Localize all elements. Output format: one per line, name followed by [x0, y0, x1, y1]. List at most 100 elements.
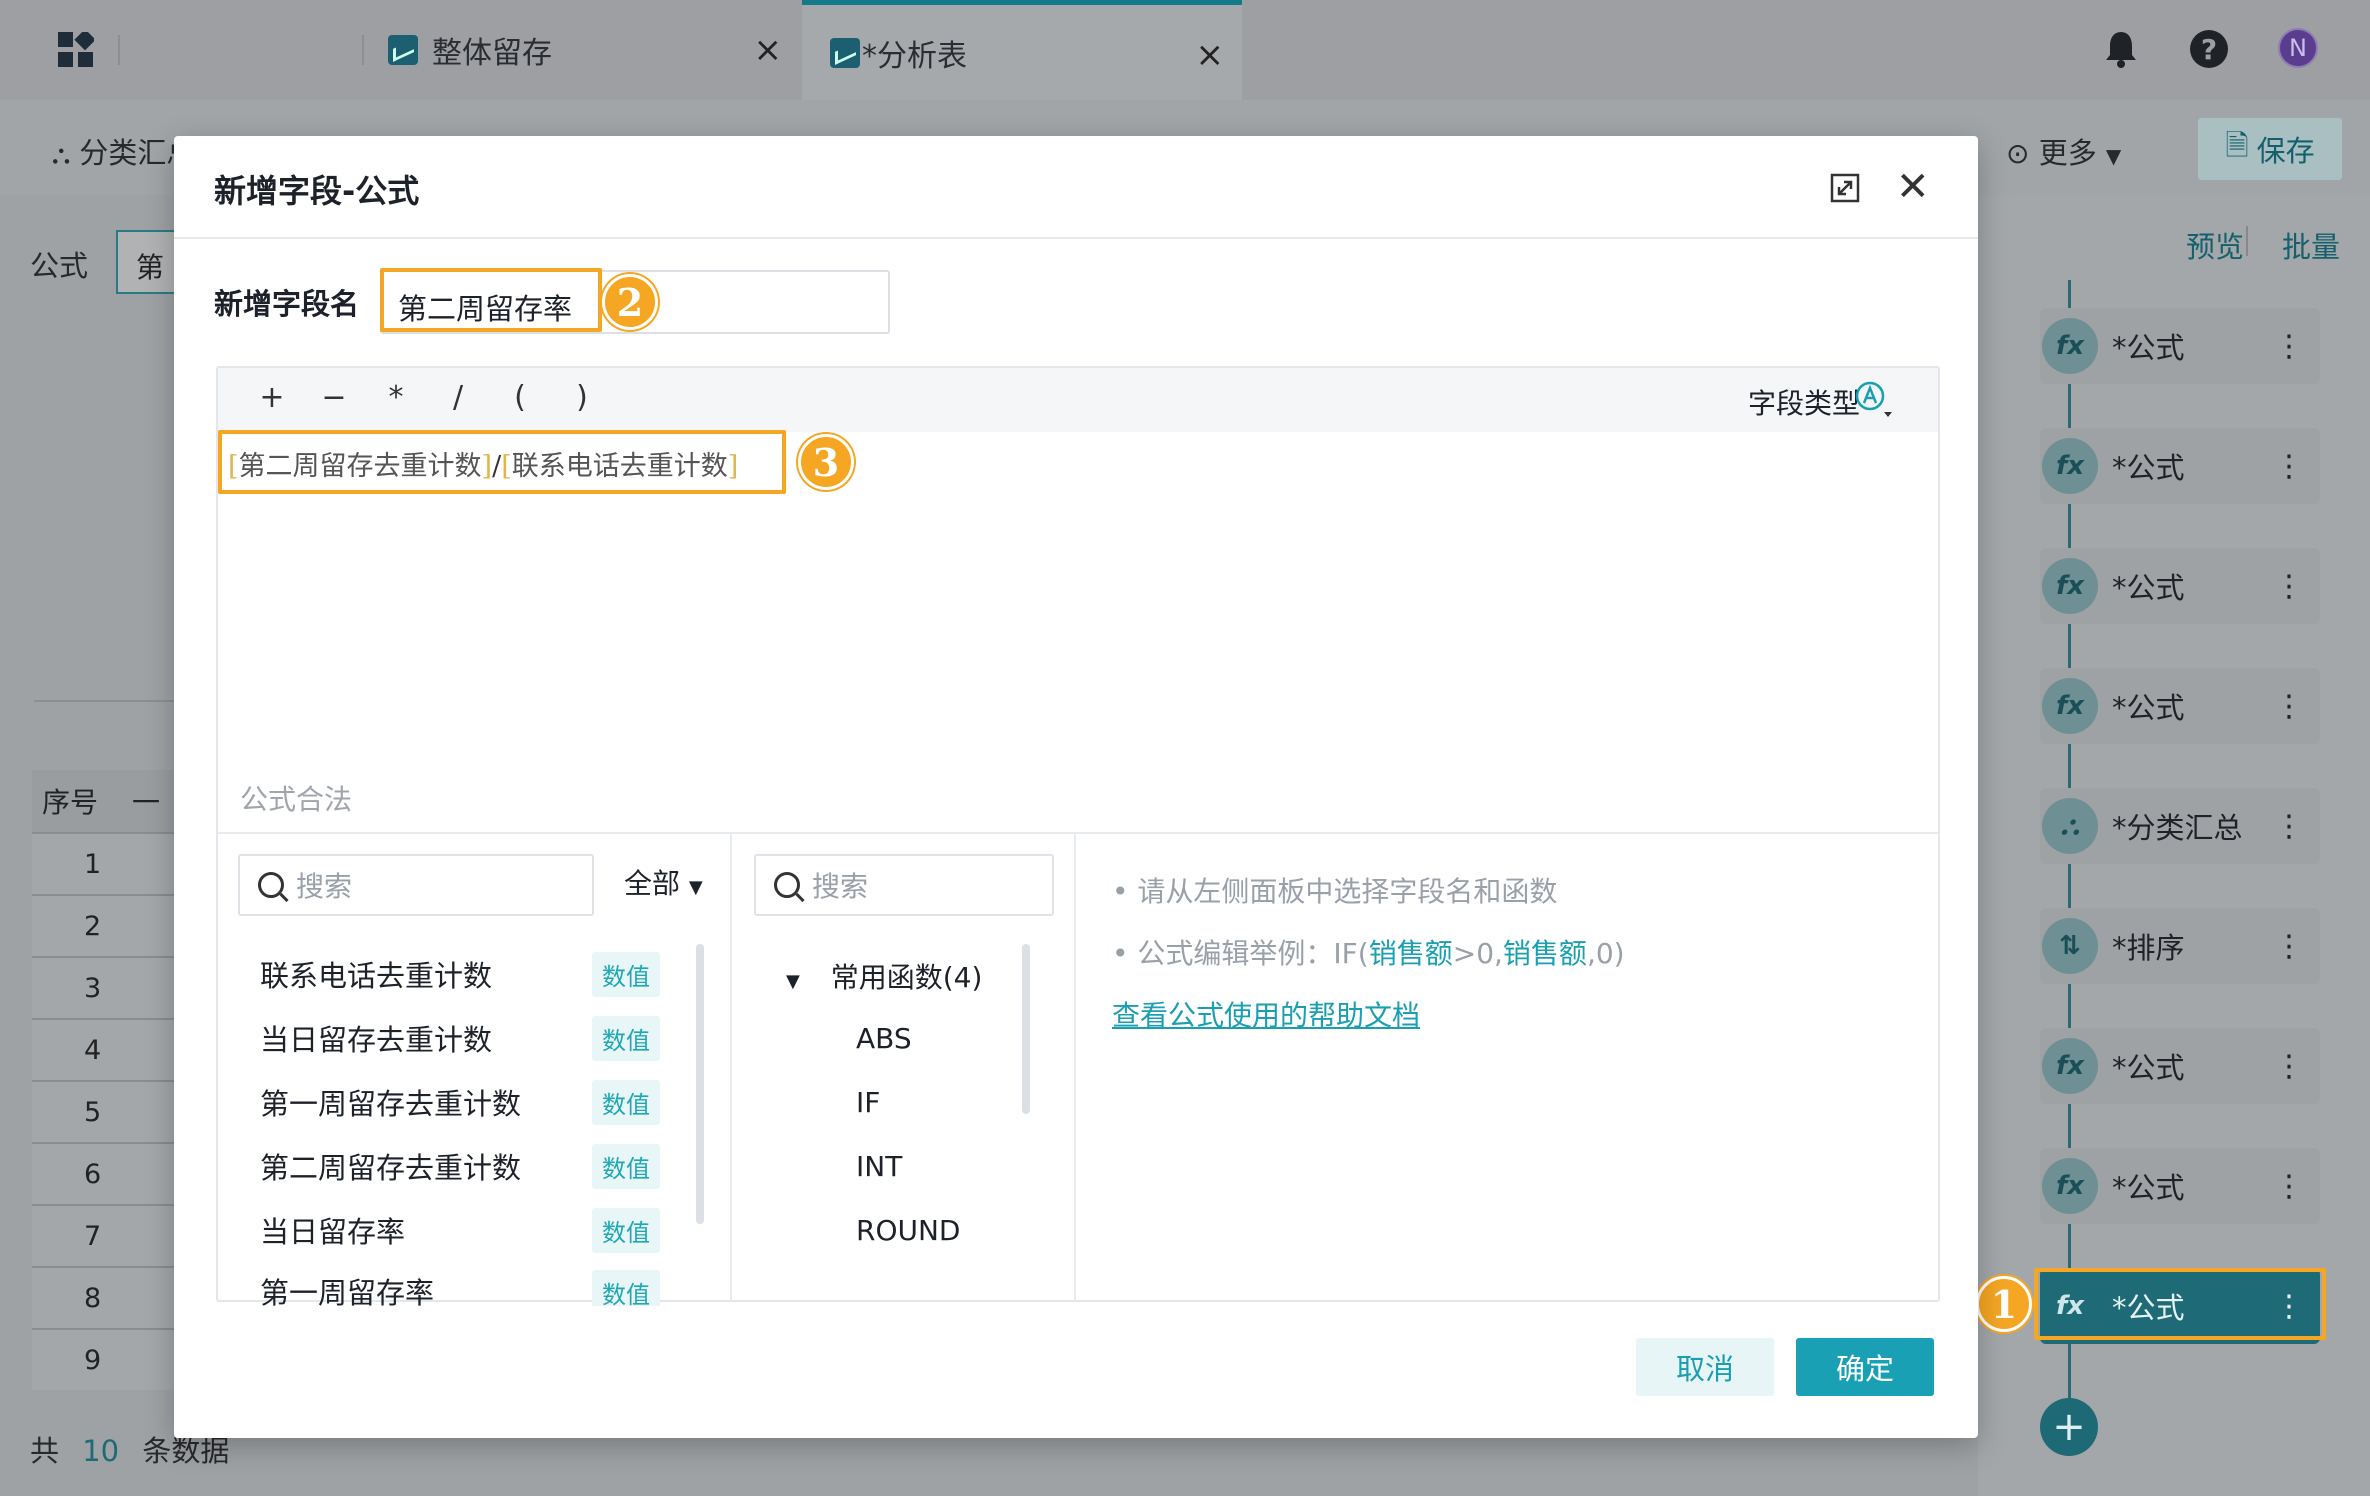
dialog-header [174, 136, 1978, 239]
selector-panels: 搜索 全部 ▼ 联系电话去重计数 数值 当日留存去重计数 数值 第一周留存去重计数 数值第… [218, 832, 1938, 1306]
function-item[interactable]: ABS [856, 1022, 912, 1055]
help-icon[interactable]: ? [2190, 30, 2228, 68]
step-item[interactable]: ⇅ *排序 ⋮ [2040, 908, 2320, 984]
hint-line-2: • 公式编辑举例：IF(销售额>0,销售额,0) [1112, 937, 1625, 970]
add-step-button[interactable]: + [2040, 1398, 2098, 1456]
field-list-item[interactable]: 第二周留存去重计数 数值 [218, 1134, 688, 1198]
field-name: 第一周留存率 [260, 1276, 435, 1306]
function-item[interactable]: ROUND [856, 1214, 961, 1247]
step-item[interactable]: fx *公式 ⋮ [2040, 668, 2320, 744]
formula-editor[interactable]: + − * / ( ) 字段类型 [第二周留存去重计数]/[联系电话去重计数] … [216, 366, 1940, 1306]
more-vertical-icon[interactable]: ⋮ [2274, 809, 2304, 844]
header-col: 一 [132, 786, 161, 819]
field-filter-dropdown[interactable]: 全部 ▼ [624, 862, 703, 902]
table-row: 3 [32, 956, 182, 1018]
tab-divider [362, 35, 364, 65]
operator-plus[interactable]: + [252, 380, 292, 415]
formula-field-2: 联系电话去重计数 [511, 451, 728, 482]
more-vertical-icon[interactable]: ⋮ [2274, 569, 2304, 604]
formula-icon: fx [2042, 1038, 2098, 1094]
tab-analysis-table[interactable]: *分析表 × [802, 0, 1242, 100]
cancel-button[interactable]: 取消 [1636, 1338, 1774, 1396]
add-field-formula-dialog: 新增字段-公式 ✕ 新增字段名 第二周留存率 2 + − * / ( ) 字段类… [174, 136, 1978, 1438]
operator-minus[interactable]: − [314, 380, 354, 415]
table-row: 1 [32, 832, 182, 894]
tab-label: *分析表 [862, 38, 967, 74]
more-vertical-icon[interactable]: ⋮ [2274, 929, 2304, 964]
step-label: *公式 [2112, 571, 2185, 605]
apps-grid-icon[interactable] [58, 29, 96, 68]
close-tab-icon[interactable]: × [754, 30, 783, 70]
function-item[interactable]: INT [856, 1150, 902, 1183]
field-list-item[interactable]: 当日留存率 数值 [218, 1198, 688, 1262]
field-name: 第一周留存去重计数 [260, 1087, 522, 1121]
confirm-button[interactable]: 确定 [1796, 1338, 1934, 1396]
caret-down-icon: ▼ [786, 971, 800, 992]
tab-divider [118, 35, 120, 65]
sort-icon: ⇅ [2042, 918, 2098, 974]
data-table: 1 2 3 4 5 6 7 8 9 [32, 832, 182, 1390]
step-item[interactable]: fx *公式 ⋮ [2040, 308, 2320, 384]
avatar[interactable]: N [2278, 28, 2318, 68]
tab-label: 整体留存 [432, 36, 552, 71]
step-item[interactable]: fx *公式 ⋮ [2040, 1148, 2320, 1224]
field-list-item[interactable]: 联系电话去重计数 数值 [218, 942, 688, 1006]
field-type-tag: 数值 [592, 951, 660, 997]
step-item[interactable]: fx *公式 ⋮ [2040, 548, 2320, 624]
table-row: 2 [32, 894, 182, 956]
more-vertical-icon[interactable]: ⋮ [2274, 1169, 2304, 1204]
highlight-box-step [2034, 1268, 2326, 1340]
table-row: 9 [32, 1328, 182, 1390]
save-button[interactable]: 🗎 保存 [2198, 118, 2342, 180]
formula-icon: fx [2042, 678, 2098, 734]
group-icon: ⛬ [2042, 798, 2098, 854]
preview-link[interactable]: 预览 [2186, 224, 2244, 266]
more-vertical-icon[interactable]: ⋮ [2274, 1049, 2304, 1084]
field-list-scrollbar[interactable] [696, 944, 704, 1224]
function-list-scrollbar[interactable] [1022, 944, 1030, 1114]
more-circle-icon: ⊙ [2006, 137, 2030, 170]
more-vertical-icon[interactable]: ⋮ [2274, 329, 2304, 364]
chart-tab-icon [388, 35, 418, 65]
step-item[interactable]: fx *公式 ⋮ [2040, 428, 2320, 504]
help-doc-link[interactable]: 查看公式使用的帮助文档 [1112, 994, 1420, 1034]
operator-divide[interactable]: / [438, 380, 478, 415]
step-item[interactable]: fx *公式 ⋮ [2040, 1028, 2320, 1104]
save-icon: 🗎 [2225, 127, 2249, 162]
step-label: *公式 [2112, 1051, 2185, 1085]
divider [34, 700, 174, 702]
field-type-selector[interactable] [1854, 380, 1894, 420]
more-vertical-icon[interactable]: ⋮ [2274, 689, 2304, 724]
more-button[interactable]: ⊙ 更多 ▼ [2006, 130, 2121, 172]
step-label: *公式 [2112, 331, 2185, 365]
more-vertical-icon[interactable]: ⋮ [2274, 449, 2304, 484]
field-list-item[interactable]: 第一周留存率 数值 [218, 1262, 688, 1306]
batch-link[interactable]: 批量 [2282, 224, 2340, 266]
caret-down-icon: ▼ [2105, 144, 2122, 168]
close-icon[interactable]: ✕ [1896, 164, 1930, 210]
field-type-tag: 数值 [592, 1015, 660, 1061]
function-item[interactable]: IF [856, 1086, 880, 1119]
formula-label: 公式 [30, 249, 89, 283]
close-tab-icon[interactable]: × [1196, 35, 1225, 75]
field-name-label: 新增字段名 [214, 287, 360, 321]
hierarchy-icon: ⛬ [52, 140, 71, 170]
function-group[interactable]: ▼ 常用函数(4) [786, 956, 982, 996]
field-search-input[interactable]: 搜索 [238, 854, 594, 916]
operator-right-paren[interactable]: ) [562, 380, 602, 415]
field-type-tag: 数值 [592, 1143, 660, 1189]
bell-icon[interactable] [2104, 30, 2138, 72]
field-list-item[interactable]: 当日留存去重计数 数值 [218, 1006, 688, 1070]
field-list-item[interactable]: 第一周留存去重计数 数值 [218, 1070, 688, 1134]
operator-left-paren[interactable]: ( [500, 380, 540, 415]
step-item[interactable]: ⛬ *分类汇总 ⋮ [2040, 788, 2320, 864]
search-icon [258, 872, 284, 898]
formula-field-1: 第二周留存去重计数 [238, 451, 482, 482]
operator-multiply[interactable]: * [376, 380, 416, 415]
tab-overall-retention[interactable]: 整体留存 × [388, 0, 800, 100]
expand-icon[interactable] [1830, 172, 1860, 212]
dialog-title: 新增字段-公式 [214, 172, 420, 210]
function-search-input[interactable]: 搜索 [754, 854, 1054, 916]
step-label: *分类汇总 [2112, 811, 2243, 845]
annotation-badge-1: 1 [1976, 1276, 2032, 1332]
